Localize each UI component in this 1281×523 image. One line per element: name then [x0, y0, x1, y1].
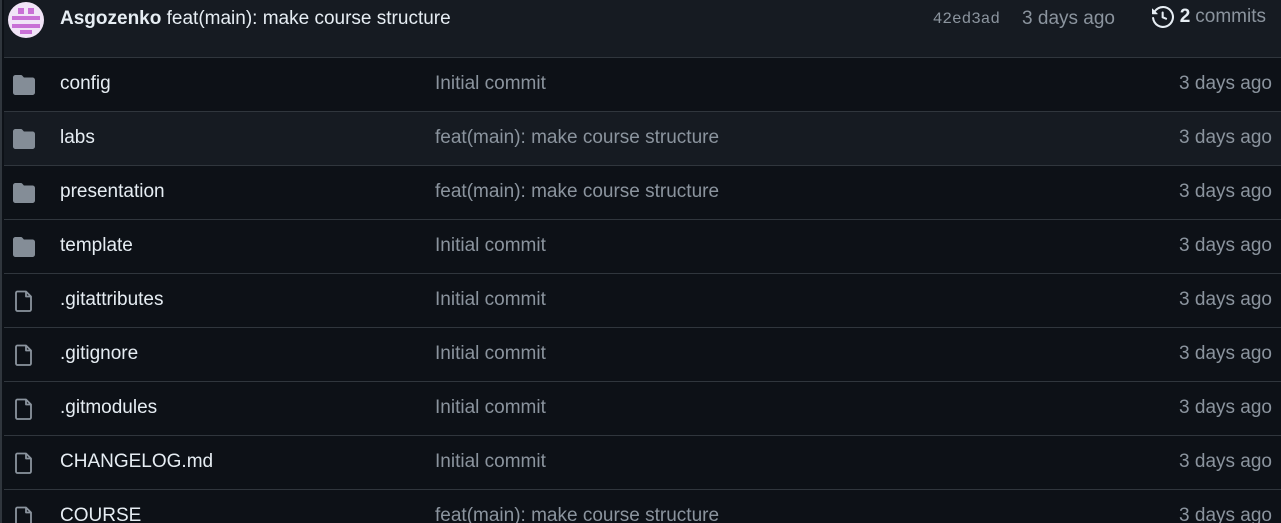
file-name-link[interactable]: labs [60, 127, 95, 149]
commit-time: 3 days ago [1022, 8, 1115, 29]
file-row[interactable]: COURSE feat(main): make course structure 3… [4, 490, 1281, 523]
file-row[interactable]: CHANGELOG.md Initial commit 3 days ago [4, 436, 1281, 490]
file-icon [12, 452, 36, 474]
file-commit-time: 3 days ago [1179, 289, 1272, 310]
commit-history-link[interactable]: 2 commits [1151, 6, 1266, 28]
file-row[interactable]: presentation feat(main): make course stru… [4, 166, 1281, 220]
file-name-link[interactable]: CHANGELOG.md [60, 451, 213, 473]
file-row[interactable]: .gitattributes Initial commit 3 days ago [4, 274, 1281, 328]
commit-message-link[interactable]: Initial commit [435, 235, 546, 257]
file-icon [12, 506, 36, 523]
folder-icon [12, 182, 36, 204]
commit-message-link[interactable]: feat(main): make course structure [435, 181, 719, 203]
commit-message-link[interactable]: feat(main): make course structure [435, 505, 719, 523]
commit-message-link[interactable]: Initial commit [435, 451, 546, 473]
file-name-link[interactable]: presentation [60, 181, 165, 203]
avatar[interactable] [8, 2, 44, 38]
commit-summary: Asgozenko feat(main): make course struct… [60, 8, 451, 30]
file-commit-time: 3 days ago [1179, 451, 1272, 472]
file-icon [12, 290, 36, 312]
history-icon [1151, 6, 1174, 28]
commit-message-link[interactable]: Initial commit [435, 397, 546, 419]
commit-author[interactable]: Asgozenko [60, 8, 161, 29]
file-list: config Initial commit 3 days ago labs feat(m… [4, 58, 1281, 523]
file-row[interactable]: .gitignore Initial commit 3 days ago [4, 328, 1281, 382]
commit-message-link[interactable]: Initial commit [435, 73, 546, 95]
latest-commit-bar: Asgozenko feat(main): make course struct… [4, 0, 1281, 58]
file-icon [12, 398, 36, 420]
file-commit-time: 3 days ago [1179, 181, 1272, 202]
file-name-link[interactable]: .gitattributes [60, 289, 164, 311]
folder-icon [12, 128, 36, 150]
file-commit-time: 3 days ago [1179, 505, 1272, 523]
folder-icon [12, 74, 36, 96]
commit-count: 2 [1179, 6, 1191, 27]
file-name-link[interactable]: COURSE [60, 505, 141, 523]
file-name-link[interactable]: template [60, 235, 133, 257]
folder-icon [12, 236, 36, 258]
file-row[interactable]: template Initial commit 3 days ago [4, 220, 1281, 274]
file-commit-time: 3 days ago [1179, 343, 1272, 364]
file-name-link[interactable]: config [60, 73, 111, 95]
file-commit-time: 3 days ago [1179, 127, 1272, 148]
file-commit-time: 3 days ago [1179, 235, 1272, 256]
commit-message-link[interactable]: feat(main): make course structure [435, 127, 719, 149]
file-row[interactable]: .gitmodules Initial commit 3 days ago [4, 382, 1281, 436]
file-name-link[interactable]: .gitignore [60, 343, 138, 365]
file-icon [12, 344, 36, 366]
file-commit-time: 3 days ago [1179, 73, 1272, 94]
commit-count-label: commits [1195, 6, 1266, 27]
file-name-link[interactable]: .gitmodules [60, 397, 157, 419]
commit-message-link[interactable]: Initial commit [435, 289, 546, 311]
commit-sha[interactable]: 42ed3ad [933, 10, 1000, 28]
commit-message-link[interactable]: Initial commit [435, 343, 546, 365]
file-row[interactable]: config Initial commit 3 days ago [4, 58, 1281, 112]
commit-message[interactable]: feat(main): make course structure [167, 8, 451, 29]
file-row[interactable]: labs feat(main): make course structure 3 d… [4, 112, 1281, 166]
file-commit-time: 3 days ago [1179, 397, 1272, 418]
repo-file-browser: Asgozenko feat(main): make course struct… [0, 0, 1281, 523]
